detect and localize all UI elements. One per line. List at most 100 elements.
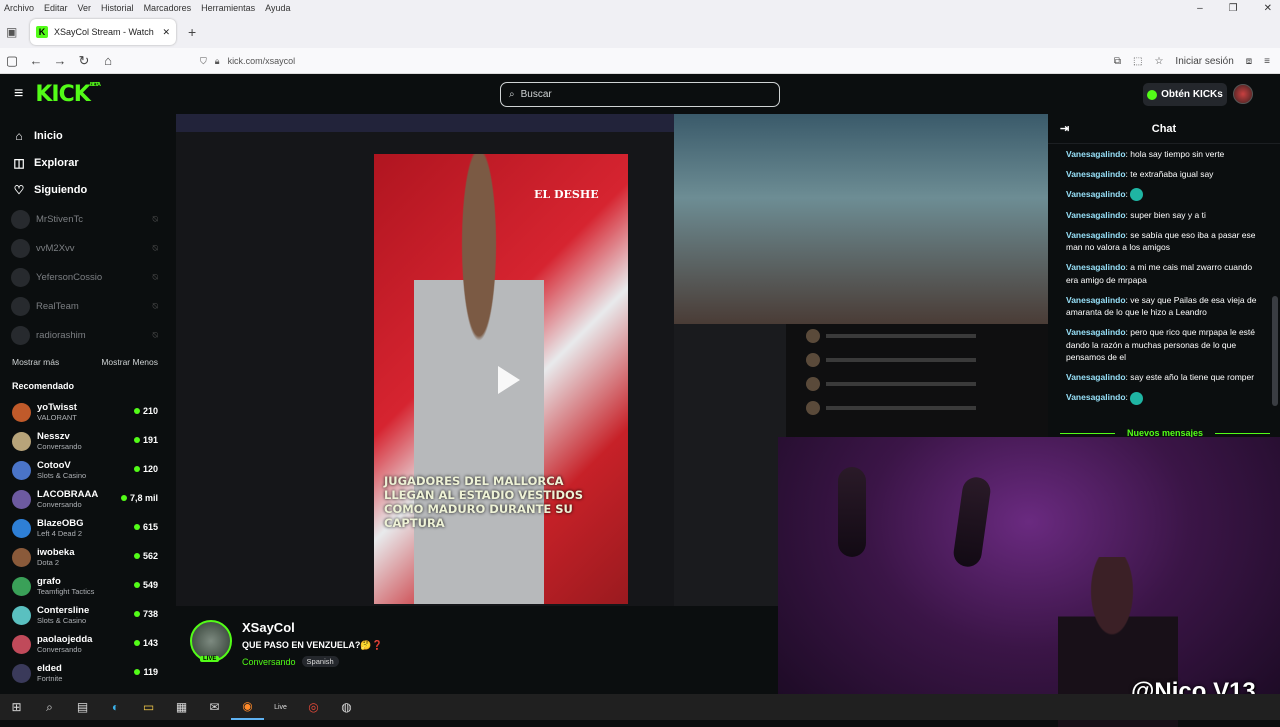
pip-icon[interactable]: ⧉ bbox=[1114, 56, 1121, 67]
notifications-off-icon[interactable]: ⍉ bbox=[153, 330, 158, 341]
recommended-channel[interactable]: iwobeka Dota 2 562 bbox=[0, 543, 176, 572]
sidebar-item-siguiendo[interactable]: ♡ Siguiendo bbox=[0, 176, 176, 203]
recommended-channel[interactable]: yoTwisst VALORANT 210 bbox=[0, 398, 176, 427]
recommended-channel[interactable]: BlazeOBG Left 4 Dead 2 615 bbox=[0, 514, 176, 543]
sidebar-toggle-icon[interactable]: ▢ bbox=[0, 53, 24, 69]
menu-item-ayuda[interactable]: Ayuda bbox=[265, 3, 290, 13]
recommended-channel[interactable]: elded Fortnite 119 bbox=[0, 659, 176, 688]
restore-icon[interactable]: ❐ bbox=[1229, 3, 1238, 14]
get-kicks-button[interactable]: Obtén KICKs bbox=[1143, 83, 1227, 106]
chat-message: Vanesagalindo: te extrañaba igual say bbox=[1066, 168, 1262, 181]
menu-item-herramientas[interactable]: Herramientas bbox=[201, 3, 255, 13]
live-dot-icon bbox=[133, 524, 140, 530]
followed-channel[interactable]: RealTeam ⍉ bbox=[0, 292, 176, 321]
extensions-icon[interactable]: ⧈ bbox=[1246, 56, 1252, 67]
user-avatar[interactable] bbox=[1233, 84, 1253, 104]
windows-icon[interactable]: ⊞ bbox=[0, 694, 33, 720]
show-less-button[interactable]: Mostrar Menos bbox=[101, 357, 158, 367]
close-icon[interactable]: ✕ bbox=[1264, 3, 1272, 14]
viewer-count: 738 bbox=[133, 609, 158, 619]
menu-item-editar[interactable]: Editar bbox=[44, 3, 68, 13]
followed-channel[interactable]: YefersonCossio ⍉ bbox=[0, 263, 176, 292]
chat-emote-icon bbox=[1130, 188, 1144, 202]
followed-channel[interactable]: MrStivenTc ⍉ bbox=[0, 205, 176, 234]
menu-item-marcadores[interactable]: Marcadores bbox=[144, 3, 192, 13]
chat-username[interactable]: Vanesagalindo bbox=[1066, 169, 1126, 179]
notifications-off-icon[interactable]: ⍉ bbox=[153, 272, 158, 283]
live-badge: LIVE bbox=[200, 656, 220, 662]
chat-username[interactable]: Vanesagalindo bbox=[1066, 327, 1126, 337]
edge-icon[interactable]: ◐ bbox=[99, 694, 132, 720]
forward-button[interactable]: → bbox=[48, 53, 72, 68]
channel-name[interactable]: XSayCol bbox=[242, 620, 295, 635]
obs-icon[interactable]: ◍ bbox=[330, 694, 363, 720]
recommended-channel[interactable]: Contersline Slots & Casino 738 bbox=[0, 601, 176, 630]
recommended-channel-text: yoTwisst VALORANT bbox=[37, 402, 77, 423]
back-button[interactable]: ← bbox=[24, 53, 48, 68]
overlay-top-text: EL DESHE bbox=[534, 188, 599, 201]
signin-button[interactable]: Iniciar sesión bbox=[1175, 56, 1233, 67]
sidebar-item-inicio[interactable]: ⌂ Inicio bbox=[0, 122, 176, 149]
live-dot-icon bbox=[133, 611, 140, 617]
taskview-icon[interactable]: ▤ bbox=[66, 694, 99, 720]
tab-close-icon[interactable]: ✕ bbox=[162, 27, 170, 38]
notifications-off-icon[interactable]: ⍉ bbox=[153, 243, 158, 254]
notifications-off-icon[interactable]: ⍉ bbox=[153, 214, 158, 225]
chat-username[interactable]: Vanesagalindo bbox=[1066, 230, 1126, 240]
search-input[interactable]: ⌕ Buscar bbox=[500, 82, 780, 107]
chat-username[interactable]: Vanesagalindo bbox=[1066, 210, 1126, 220]
chat-username[interactable]: Vanesagalindo bbox=[1066, 392, 1126, 402]
sidebar-item-explorar[interactable]: ◫ Explorar bbox=[0, 149, 176, 176]
firefox-icon[interactable]: ◉ bbox=[231, 694, 264, 720]
screenshot-icon[interactable]: ⬚ bbox=[1133, 56, 1142, 67]
recommended-channel-text: Contersline Slots & Casino bbox=[37, 605, 89, 626]
home-button[interactable]: ⌂ bbox=[96, 53, 120, 68]
new-tab-button[interactable]: + bbox=[188, 24, 196, 40]
address-bar[interactable]: ⛉ 🔒︎ kick.com/xsaycol bbox=[200, 51, 1080, 71]
recommended-channel[interactable]: LACOBRAAA Conversando 7,8 mil bbox=[0, 485, 176, 514]
explorer-icon[interactable]: ▭ bbox=[132, 694, 165, 720]
menu-item-archivo[interactable]: Archivo bbox=[4, 3, 34, 13]
stream-category[interactable]: Conversando bbox=[242, 657, 296, 667]
chat-username[interactable]: Vanesagalindo bbox=[1066, 262, 1126, 272]
reload-button[interactable]: ↻ bbox=[72, 53, 96, 69]
viewer-count: 119 bbox=[134, 667, 158, 677]
recommended-channel[interactable]: paolaojedda Conversando 143 bbox=[0, 630, 176, 659]
menu-item-historial[interactable]: Historial bbox=[101, 3, 134, 13]
chat-username[interactable]: Vanesagalindo bbox=[1066, 295, 1126, 305]
browser-tab[interactable]: K XSayCol Stream - Watch Liv ✕ bbox=[30, 19, 176, 45]
chat-scrollbar-thumb[interactable] bbox=[1272, 296, 1278, 406]
followed-channel[interactable]: vvM2Xvv ⍉ bbox=[0, 234, 176, 263]
collapse-chat-icon[interactable]: ⇥ bbox=[1060, 122, 1069, 135]
viewer-count-value: 562 bbox=[142, 551, 158, 561]
show-more-button[interactable]: Mostrar más bbox=[12, 357, 59, 367]
chat-username[interactable]: Vanesagalindo bbox=[1066, 189, 1126, 199]
tab-list-icon[interactable]: ▣ bbox=[6, 25, 17, 39]
recommended-channel[interactable]: Nesszv Conversando 191 bbox=[0, 427, 176, 456]
hamburger-menu-icon[interactable]: ≡ bbox=[14, 85, 23, 103]
live-icon[interactable]: Live bbox=[264, 694, 297, 720]
bookmark-star-icon[interactable]: ☆ bbox=[1154, 56, 1163, 67]
recommended-channel-category: Conversando bbox=[37, 500, 82, 509]
viewer-count-value: 191 bbox=[142, 435, 158, 445]
recommended-channel-text: grafo Teamfight Tactics bbox=[37, 576, 94, 597]
notifications-off-icon[interactable]: ⍉ bbox=[153, 301, 158, 312]
search-icon[interactable]: ⌕ bbox=[33, 694, 66, 720]
chat-message: Vanesagalindo: a mi me cais mal zwarro c… bbox=[1066, 261, 1262, 286]
kick-logo[interactable]: KICKBETA bbox=[35, 82, 101, 107]
site-header: ≡ KICKBETA ⌕ Buscar Obtén KICKs bbox=[0, 74, 1280, 114]
chrome-icon[interactable]: ◎ bbox=[297, 694, 330, 720]
menu-item-ver[interactable]: Ver bbox=[78, 3, 92, 13]
chat-username[interactable]: Vanesagalindo bbox=[1066, 372, 1126, 382]
store-icon[interactable]: ▦ bbox=[165, 694, 198, 720]
language-tag[interactable]: Spanish bbox=[301, 656, 339, 667]
chat-username[interactable]: Vanesagalindo bbox=[1066, 149, 1126, 159]
recommended-channel[interactable]: grafo Teamfight Tactics 549 bbox=[0, 572, 176, 601]
mail-icon[interactable]: ✉ bbox=[198, 694, 231, 720]
minimize-icon[interactable]: – bbox=[1197, 3, 1203, 14]
chat-scrollbar[interactable] bbox=[1272, 146, 1278, 434]
play-icon[interactable] bbox=[498, 366, 520, 394]
followed-channel[interactable]: radiorashim ⍉ bbox=[0, 321, 176, 350]
recommended-channel[interactable]: CotooV Slots & Casino 120 bbox=[0, 456, 176, 485]
menu-icon[interactable]: ≡ bbox=[1264, 56, 1270, 67]
